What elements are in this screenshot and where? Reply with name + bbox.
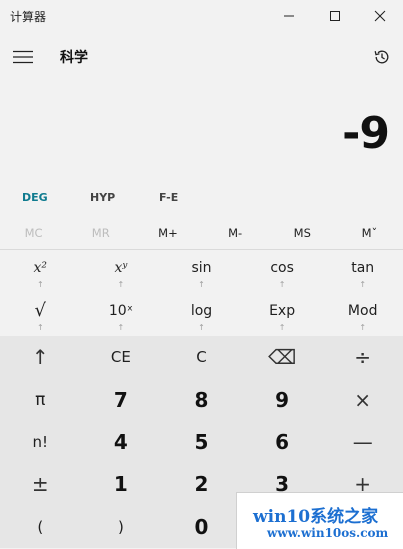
power-button[interactable]: xʸ ↑ [80,250,162,293]
ten-power-button[interactable]: 10ˣ ↑ [80,293,162,336]
memory-clear-button[interactable]: MC [0,217,67,249]
menu-button[interactable] [8,44,38,70]
negate-button[interactable]: ± [0,463,81,505]
clear-entry-button[interactable]: CE [81,336,162,378]
subtract-button[interactable]: — [322,421,403,463]
close-paren-button[interactable]: ) [81,506,162,548]
digit-4-button[interactable]: 4 [81,421,162,463]
sin-label: sin [191,259,212,276]
memory-row: MC MR M+ M- MS Mˇ [0,217,403,249]
factorial-button[interactable]: n! [0,421,81,463]
digit-6-button[interactable]: 6 [242,421,323,463]
shift-arrow-icon: ↑ [36,280,44,289]
log-button[interactable]: log ↑ [161,293,242,336]
square-label: x² [33,259,48,276]
close-icon [374,10,386,22]
sqrt-button[interactable]: √ ↑ [0,293,81,336]
shift-arrow-icon: ↑ [359,280,367,289]
memory-add-button[interactable]: M+ [134,217,201,249]
watermark-url: www.win10os.com [267,526,389,540]
digit-1-button[interactable]: 1 [81,463,162,505]
sqrt-label: √ [34,300,47,321]
square-button[interactable]: x² ↑ [0,250,81,293]
digit-2-button[interactable]: 2 [161,463,242,505]
memory-subtract-button[interactable]: M- [202,217,269,249]
memory-list-button[interactable]: Mˇ [336,217,403,249]
shift-arrow-icon: ↑ [117,323,125,332]
exp-button[interactable]: Exp ↑ [241,293,323,336]
memory-store-button[interactable]: MS [269,217,336,249]
digit-0-button[interactable]: 0 [161,506,242,548]
maximize-button[interactable] [312,0,358,32]
angle-mode-row: DEG HYP F-E [0,186,403,212]
pi-button[interactable]: π [0,378,81,420]
memory-recall-button[interactable]: MR [67,217,134,249]
maximize-icon [330,11,340,21]
tan-label: tan [351,259,375,276]
clear-button[interactable]: C [161,336,242,378]
backspace-button[interactable]: ⌫ [242,336,323,378]
history-button[interactable] [367,42,397,72]
shift-arrow-icon: ↑ [278,323,286,332]
title-bar: 计算器 [0,0,403,32]
shift-arrow-icon: ↑ [359,323,367,332]
tan-button[interactable]: tan ↑ [322,250,403,293]
result-display: -9 [342,108,390,159]
history-icon [374,50,389,64]
fe-toggle[interactable]: F-E [159,191,178,204]
open-paren-button[interactable]: ( [0,506,81,548]
shift-arrow-icon: ↑ [278,280,286,289]
digit-8-button[interactable]: 8 [161,378,242,420]
scientific-functions: x² ↑ xʸ ↑ sin ↑ cos ↑ tan ↑ √ ↑ 10ˣ ↑ lo… [0,250,403,336]
digit-5-button[interactable]: 5 [161,421,242,463]
close-button[interactable] [357,0,403,32]
hyp-toggle[interactable]: HYP [90,191,115,204]
deg-toggle[interactable]: DEG [22,191,48,204]
cos-button[interactable]: cos ↑ [241,250,323,293]
ten-power-label: 10ˣ [108,302,133,319]
app-title: 计算器 [10,10,47,24]
sin-button[interactable]: sin ↑ [161,250,242,293]
exp-label: Exp [269,302,296,319]
digit-9-button[interactable]: 9 [242,378,323,420]
power-label: xʸ [114,259,128,276]
digit-7-button[interactable]: 7 [81,378,162,420]
shift-arrow-icon: ↑ [198,280,205,289]
hamburger-icon [13,50,33,64]
shift-button[interactable]: ↑ [0,336,81,378]
shift-arrow-icon: ↑ [117,280,125,289]
header: 科学 [0,32,403,82]
watermark-title: win10系统之家 [253,507,379,527]
minimize-icon [284,15,294,17]
minimize-button[interactable] [266,0,312,32]
watermark: win10系统之家 www.win10os.com [236,492,403,549]
shift-arrow-icon: ↑ [36,323,44,332]
divide-button[interactable]: ÷ [322,336,403,378]
cos-label: cos [270,259,294,276]
multiply-button[interactable]: × [322,378,403,420]
mod-button[interactable]: Mod ↑ [322,293,403,336]
shift-arrow-icon: ↑ [198,323,205,332]
mod-label: Mod [347,302,378,319]
mode-title: 科学 [60,50,88,66]
log-label: log [190,302,213,319]
